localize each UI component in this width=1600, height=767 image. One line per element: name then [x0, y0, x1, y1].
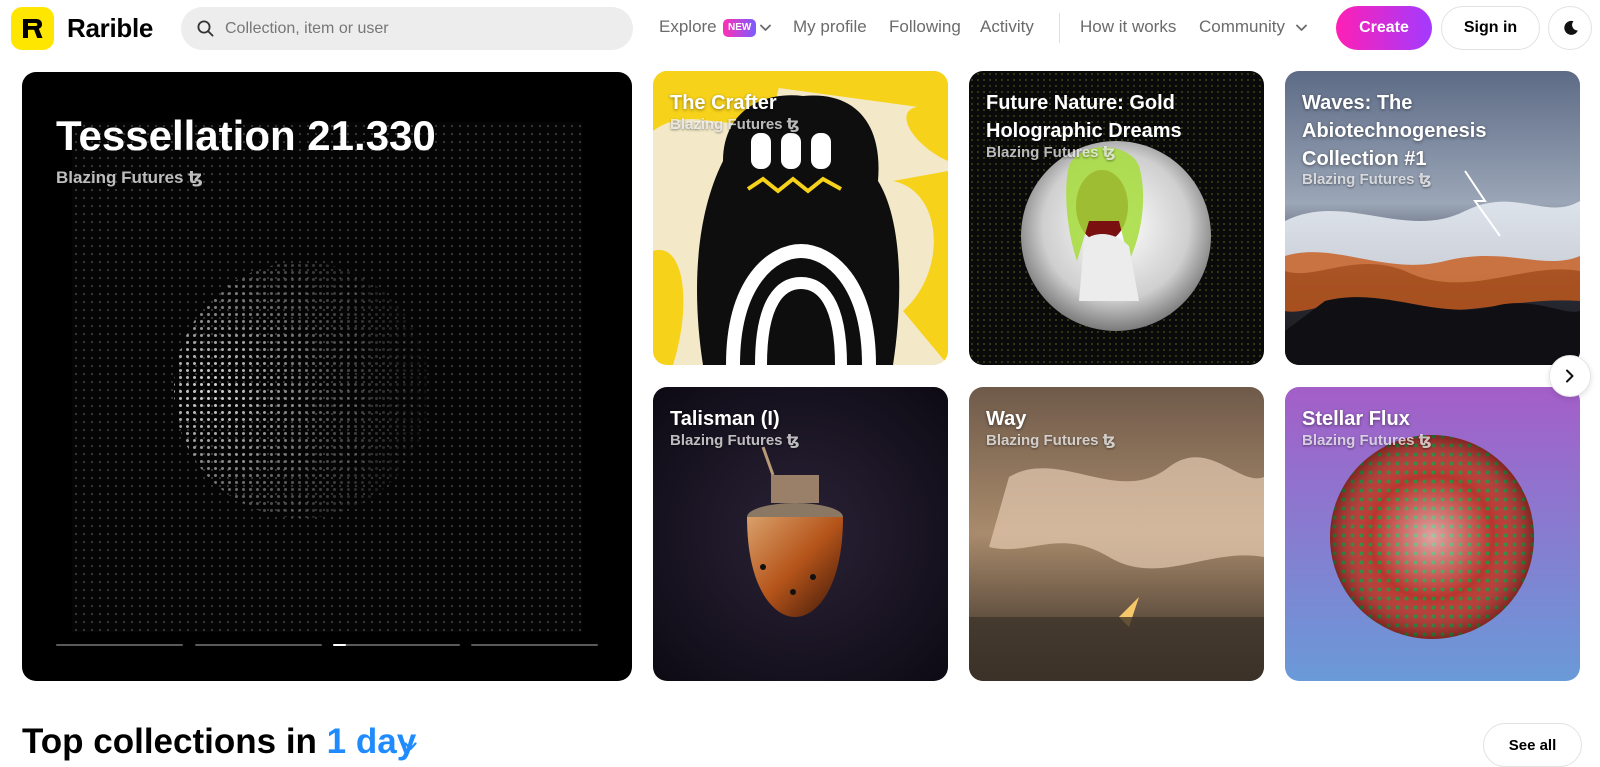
nav-how-it-works[interactable]: How it works [1080, 17, 1176, 37]
nft-card[interactable]: The Crafter Blazing Futures ꜩ [653, 71, 948, 365]
slide-indicator-active[interactable] [333, 644, 460, 646]
search-input[interactable] [225, 7, 615, 50]
card-title[interactable]: Future Nature: Gold Holographic Dreams [986, 89, 1251, 145]
nft-card[interactable]: Talisman (I) Blazing Futures ꜩ [653, 387, 948, 681]
nav-following[interactable]: Following [889, 17, 961, 37]
card-collection[interactable]: Blazing Futures ꜩ [986, 143, 1116, 161]
nav-explore[interactable]: Explore [659, 17, 717, 37]
card-collection[interactable]: Blazing Futures ꜩ [670, 431, 800, 449]
nft-card[interactable]: Way Blazing Futures ꜩ [969, 387, 1264, 681]
period-selector[interactable]: 1 day [327, 722, 417, 761]
chevron-down-icon[interactable] [1296, 24, 1307, 32]
card-title[interactable]: Waves: The Abiotechnogenesis Collection … [1302, 89, 1567, 173]
carousel-next-button[interactable] [1549, 355, 1591, 397]
sign-in-button[interactable]: Sign in [1441, 6, 1540, 50]
card-title[interactable]: The Crafter [670, 89, 935, 117]
top-collections-heading: Top collections in 1 day [22, 722, 416, 762]
card-collection[interactable]: Blazing Futures ꜩ [986, 431, 1116, 449]
card-title[interactable]: Way [986, 405, 1251, 433]
hero-title[interactable]: Tessellation 21.330 [56, 112, 436, 160]
new-badge: NEW [723, 19, 757, 37]
hero-featured-card[interactable]: Tessellation 21.330 Blazing Futures ꜩ [22, 72, 632, 681]
nav-community[interactable]: Community [1199, 17, 1285, 37]
chevron-right-icon [1566, 369, 1574, 383]
search-bar[interactable] [181, 7, 633, 50]
moon-icon [1564, 20, 1578, 35]
hero-artwork [72, 122, 582, 632]
chevron-down-icon[interactable] [760, 24, 771, 32]
slide-indicator[interactable] [56, 644, 183, 646]
top-navbar: Rarible Explore NEW My profile Following… [0, 0, 1600, 56]
nav-divider [1059, 13, 1060, 43]
card-title[interactable]: Talisman (I) [670, 405, 935, 433]
nft-card[interactable]: Future Nature: Gold Holographic Dreams B… [969, 71, 1264, 365]
slide-indicator[interactable] [471, 644, 598, 646]
slide-progress-fill [333, 644, 346, 646]
card-title[interactable]: Stellar Flux [1302, 405, 1567, 433]
card-collection[interactable]: Blazing Futures ꜩ [1302, 170, 1432, 188]
card-collection[interactable]: Blazing Futures ꜩ [670, 115, 800, 133]
chevron-down-icon[interactable] [404, 742, 417, 751]
nav-activity[interactable]: Activity [980, 17, 1034, 37]
rarible-logo-icon [23, 19, 43, 38]
nav-my-profile[interactable]: My profile [793, 17, 867, 37]
see-all-button[interactable]: See all [1483, 723, 1582, 767]
hero-collection-name[interactable]: Blazing Futures ꜩ [56, 168, 203, 188]
search-icon [197, 20, 214, 37]
top-collections-title: Top collections in [22, 722, 317, 761]
nft-card[interactable]: Waves: The Abiotechnogenesis Collection … [1285, 71, 1580, 365]
nft-card[interactable]: Stellar Flux Blazing Futures ꜩ [1285, 387, 1580, 681]
slide-indicator[interactable] [195, 644, 322, 646]
brand-name[interactable]: Rarible [67, 13, 153, 44]
card-collection[interactable]: Blazing Futures ꜩ [1302, 431, 1432, 449]
create-button[interactable]: Create [1336, 6, 1432, 50]
rarible-logo[interactable] [11, 7, 54, 50]
theme-toggle-button[interactable] [1548, 6, 1592, 50]
